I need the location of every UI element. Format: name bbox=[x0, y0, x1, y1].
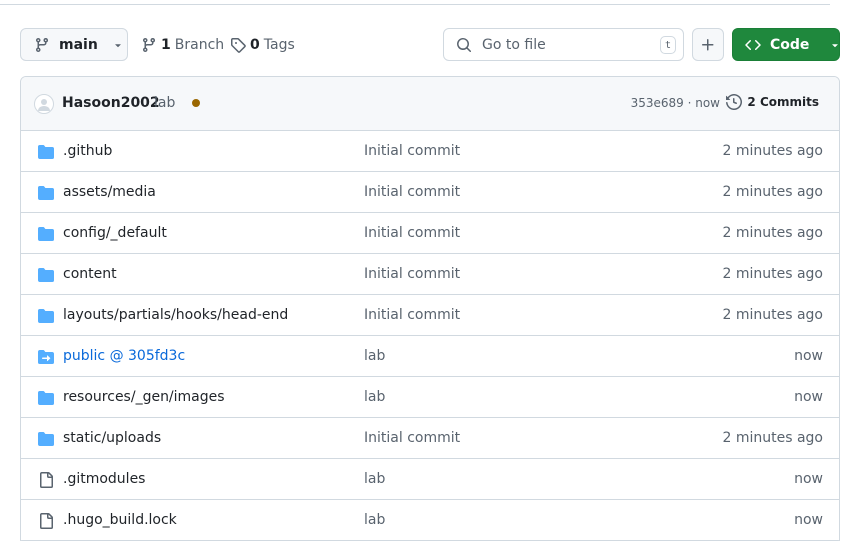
file-name-link[interactable]: .github bbox=[63, 143, 112, 159]
file-row[interactable]: assets/media Initial commit 2 minutes ago bbox=[21, 172, 839, 213]
file-commit-message[interactable]: Initial commit bbox=[364, 266, 460, 282]
keyboard-shortcut-hint: t bbox=[660, 36, 676, 54]
branches-count: 1 bbox=[161, 36, 171, 53]
file-icon bbox=[37, 513, 54, 529]
file-browser: Hasoon2002 lab 353e689 · now 2 Commits .… bbox=[20, 76, 840, 541]
branches-label: Branch bbox=[174, 36, 225, 53]
file-commit-time: 2 minutes ago bbox=[722, 225, 823, 241]
search-placeholder: Go to file bbox=[482, 36, 546, 53]
file-name-link[interactable]: .gitmodules bbox=[63, 471, 145, 487]
folder-icon bbox=[37, 144, 54, 160]
file-commit-message[interactable]: Initial commit bbox=[364, 184, 460, 200]
file-commit-time: now bbox=[794, 512, 823, 528]
commit-message[interactable]: lab bbox=[154, 95, 175, 111]
git-branch-icon bbox=[141, 37, 157, 53]
commit-author[interactable]: Hasoon2002 bbox=[62, 95, 160, 111]
top-divider bbox=[0, 4, 830, 5]
tags-count: 0 bbox=[250, 36, 260, 53]
tag-icon bbox=[230, 37, 246, 53]
file-commit-time: 2 minutes ago bbox=[722, 266, 823, 282]
branch-selector-button[interactable]: main bbox=[20, 28, 128, 61]
file-row[interactable]: public @ 305fd3c lab now bbox=[21, 336, 839, 377]
file-name-link[interactable]: resources/_gen/images bbox=[63, 389, 225, 405]
submodule-folder-icon bbox=[37, 349, 54, 365]
file-name-link[interactable]: layouts/partials/hooks/head-end bbox=[63, 307, 288, 323]
file-name-link[interactable]: public @ 305fd3c bbox=[63, 348, 185, 364]
commit-status-dot[interactable] bbox=[192, 99, 200, 107]
tags-label: Tags bbox=[263, 36, 295, 53]
go-to-file-input[interactable]: Go to file t bbox=[443, 28, 684, 61]
file-commit-time: 2 minutes ago bbox=[722, 143, 823, 159]
file-row[interactable]: .gitmodules lab now bbox=[21, 459, 839, 500]
file-commit-message[interactable]: lab bbox=[364, 348, 385, 364]
commits-count-label: 2 Commits bbox=[747, 95, 819, 109]
add-file-button[interactable] bbox=[692, 28, 724, 61]
file-commit-message[interactable]: lab bbox=[364, 389, 385, 405]
folder-icon bbox=[37, 431, 54, 447]
branch-name: main bbox=[59, 36, 98, 53]
file-commit-message[interactable]: Initial commit bbox=[364, 430, 460, 446]
chevron-down-icon bbox=[112, 39, 124, 51]
file-commit-time: 2 minutes ago bbox=[722, 430, 823, 446]
branches-link[interactable]: 1 Branch bbox=[141, 28, 224, 61]
history-icon bbox=[726, 94, 743, 110]
file-row[interactable]: .github Initial commit 2 minutes ago bbox=[21, 131, 839, 172]
file-row[interactable]: layouts/partials/hooks/head-end Initial c… bbox=[21, 295, 839, 336]
latest-commit-bar: Hasoon2002 lab 353e689 · now 2 Commits bbox=[21, 77, 839, 131]
file-row[interactable]: resources/_gen/images lab now bbox=[21, 377, 839, 418]
code-button[interactable]: Code bbox=[732, 28, 840, 61]
file-row[interactable]: content Initial commit 2 minutes ago bbox=[21, 254, 839, 295]
file-commit-message[interactable]: Initial commit bbox=[364, 307, 460, 323]
file-list: .github Initial commit 2 minutes ago assets… bbox=[21, 131, 839, 541]
file-commit-message[interactable]: Initial commit bbox=[364, 143, 460, 159]
file-name-link[interactable]: .hugo_build.lock bbox=[63, 512, 177, 528]
chevron-down-icon bbox=[829, 39, 841, 51]
folder-icon bbox=[37, 308, 54, 324]
file-commit-message[interactable]: lab bbox=[364, 471, 385, 487]
file-commit-time: now bbox=[794, 348, 823, 364]
folder-icon bbox=[37, 390, 54, 406]
commit-sha-time[interactable]: 353e689 · now bbox=[631, 96, 720, 110]
file-name-link[interactable]: static/uploads bbox=[63, 430, 161, 446]
file-name-link[interactable]: config/_default bbox=[63, 225, 167, 241]
file-icon bbox=[37, 472, 54, 488]
git-branch-icon bbox=[34, 37, 50, 53]
file-row[interactable]: config/_default Initial commit 2 minutes a… bbox=[21, 213, 839, 254]
file-commit-time: 2 minutes ago bbox=[722, 184, 823, 200]
code-button-label: Code bbox=[770, 36, 810, 53]
folder-icon bbox=[37, 267, 54, 283]
file-name-link[interactable]: content bbox=[63, 266, 117, 282]
file-row[interactable]: static/uploads Initial commit 2 minutes ag… bbox=[21, 418, 839, 459]
file-commit-message[interactable]: lab bbox=[364, 512, 385, 528]
folder-icon bbox=[37, 226, 54, 242]
file-commit-message[interactable]: Initial commit bbox=[364, 225, 460, 241]
tags-link[interactable]: 0 Tags bbox=[230, 28, 295, 61]
file-row[interactable]: .hugo_build.lock lab now bbox=[21, 500, 839, 541]
search-icon bbox=[456, 37, 472, 53]
plus-icon bbox=[700, 37, 716, 53]
code-icon bbox=[745, 37, 761, 53]
folder-icon bbox=[37, 185, 54, 201]
repo-toolbar: main 1 Branch 0 Tags Go to file t Code bbox=[20, 28, 840, 61]
avatar[interactable] bbox=[34, 94, 54, 114]
commits-history-link[interactable]: 2 Commits bbox=[726, 94, 819, 110]
file-commit-time: 2 minutes ago bbox=[722, 307, 823, 323]
file-commit-time: now bbox=[794, 389, 823, 405]
file-name-link[interactable]: assets/media bbox=[63, 184, 156, 200]
file-commit-time: now bbox=[794, 471, 823, 487]
